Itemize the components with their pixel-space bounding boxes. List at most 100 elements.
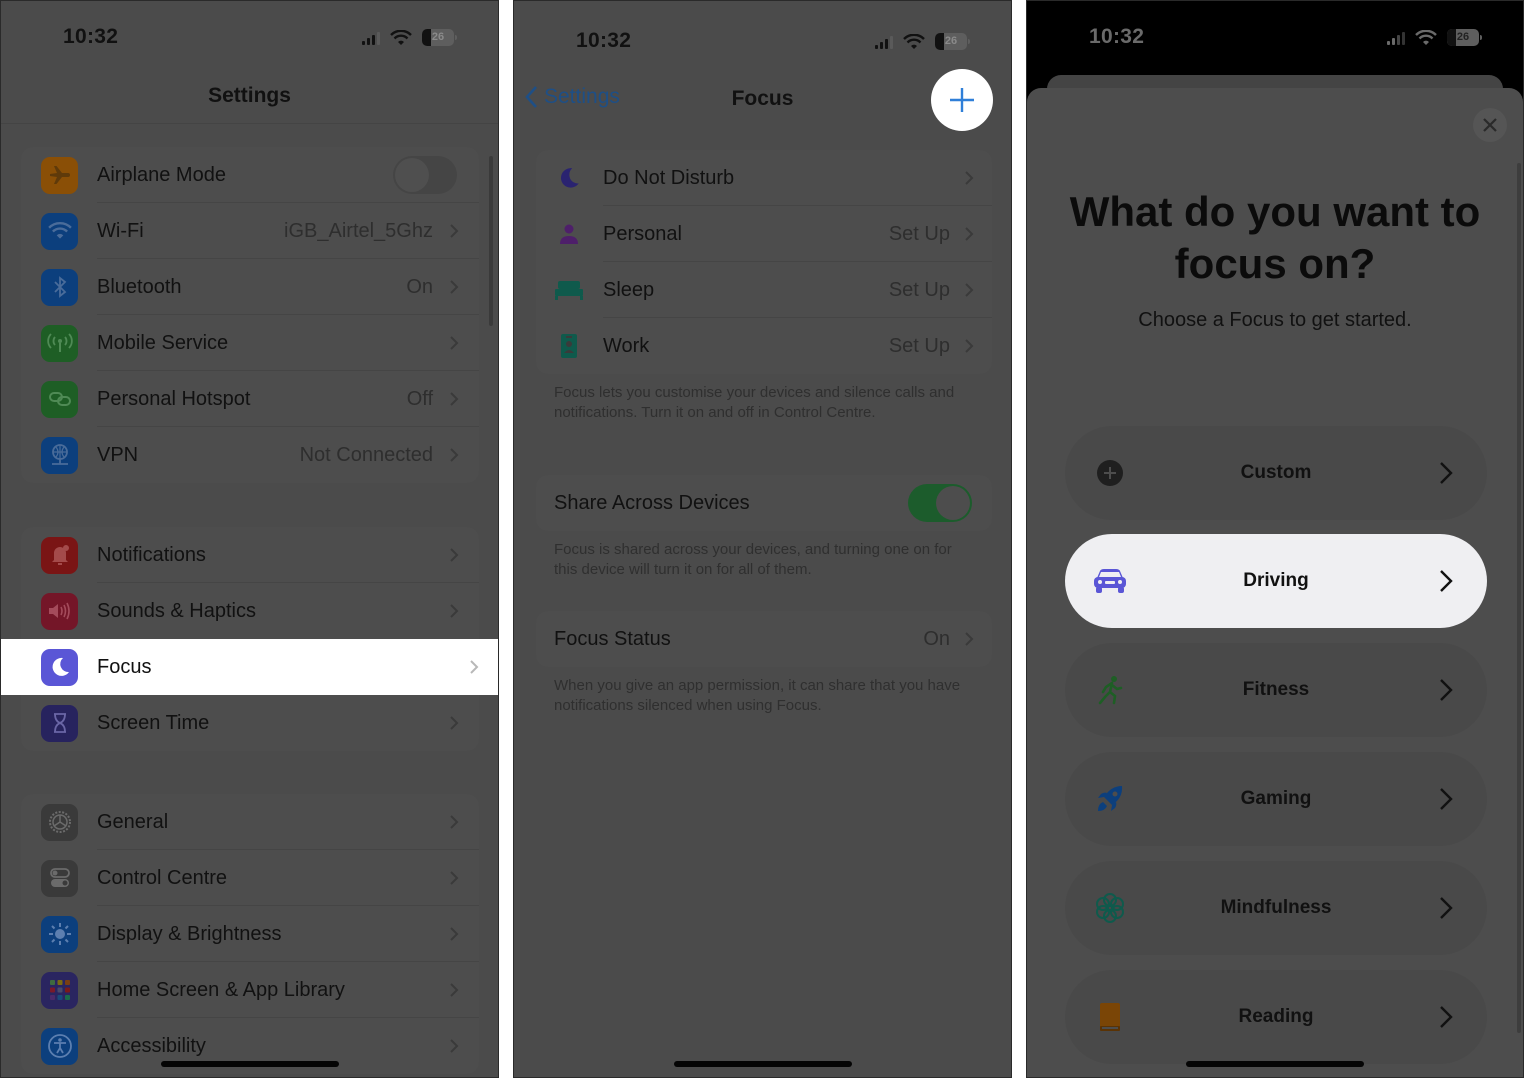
plus-icon <box>950 88 974 112</box>
settings-row-display-brightness[interactable]: Display & Brightness <box>21 906 479 962</box>
wifi-status-icon <box>390 29 412 45</box>
mode-setup-value: Set Up <box>888 278 950 301</box>
focus-screen: 10:32 26 Settings Focus Do Not Disturb P… <box>513 0 1012 1078</box>
add-focus-button[interactable] <box>931 69 993 131</box>
scrollbar[interactable] <box>1517 163 1521 1033</box>
focus-option-custom[interactable]: Custom <box>1065 426 1487 520</box>
page-title: Settings <box>208 84 291 107</box>
mode-setup-value: Set Up <box>888 222 950 245</box>
airplane-icon <box>41 156 78 194</box>
focus-status-value: On <box>923 627 950 650</box>
connectivity-group: Airplane Mode Wi-Fi iGB_Airtel_5Ghz Blue… <box>21 147 479 483</box>
settings-row-control-centre[interactable]: Control Centre <box>21 850 479 906</box>
moon-icon <box>554 163 584 193</box>
focus-status-footnote: When you give an app permission, it can … <box>554 677 961 714</box>
chevron-right-icon <box>470 660 479 674</box>
chevron-right-icon <box>450 336 459 350</box>
chevron-right-icon <box>450 392 459 406</box>
focus-mode-work[interactable]: Work Set Up <box>536 318 992 374</box>
person-icon <box>554 219 584 249</box>
antenna-icon <box>41 324 78 362</box>
settings-row-home-screen[interactable]: Home Screen & App Library <box>21 962 479 1018</box>
scrollbar[interactable] <box>489 156 493 326</box>
bluetooth-value: On <box>406 275 433 298</box>
focus-picker-sheet: What do you want to focus on? Choose a F… <box>1027 88 1523 1077</box>
chevron-right-icon <box>965 171 974 185</box>
settings-row-screen-time[interactable]: Screen Time <box>21 695 479 751</box>
home-indicator[interactable] <box>160 1061 339 1067</box>
home-indicator[interactable] <box>1186 1061 1364 1067</box>
moon-icon <box>41 648 78 686</box>
settings-row-vpn[interactable]: VPN Not Connected <box>21 427 479 483</box>
settings-row-general[interactable]: General <box>21 794 479 850</box>
settings-row-label: Airplane Mode <box>97 163 226 186</box>
focus-mode-do-not-disturb[interactable]: Do Not Disturb <box>536 150 992 206</box>
id-badge-icon <box>554 331 584 361</box>
notifications-group: Notifications Sounds & Haptics Focus Scr… <box>1 527 498 751</box>
settings-row-personal-hotspot[interactable]: Personal Hotspot Off <box>21 371 479 427</box>
focus-option-fitness[interactable]: Fitness <box>1065 643 1487 737</box>
settings-row-sounds-haptics[interactable]: Sounds & Haptics <box>21 583 479 639</box>
bell-icon <box>41 536 78 574</box>
chevron-right-icon <box>450 224 459 238</box>
sheet-subtitle: Choose a Focus to get started. <box>1138 309 1412 331</box>
chevron-right-icon <box>965 227 974 241</box>
mode-setup-value: Set Up <box>888 334 950 357</box>
globe-icon <box>41 436 78 474</box>
sun-icon <box>41 915 78 953</box>
focus-mode-personal[interactable]: Personal Set Up <box>536 206 992 262</box>
focus-mode-sleep[interactable]: Sleep Set Up <box>536 262 992 318</box>
battery-icon: 26 <box>1447 29 1482 46</box>
focus-option-driving[interactable]: Driving <box>1065 534 1487 628</box>
chevron-right-icon <box>450 716 459 730</box>
settings-row-bluetooth[interactable]: Bluetooth On <box>21 259 479 315</box>
switches-icon <box>41 859 78 897</box>
share-footnote: Focus is shared across your devices, and… <box>554 541 952 578</box>
hotspot-link-icon <box>41 380 78 418</box>
wifi-icon <box>41 212 78 250</box>
wifi-network-value: iGB_Airtel_5Ghz <box>284 219 433 242</box>
chevron-right-icon <box>450 280 459 294</box>
chevron-right-icon <box>450 983 459 997</box>
bed-icon <box>554 275 584 305</box>
close-button[interactable] <box>1473 108 1507 142</box>
cellular-signal-icon <box>875 35 893 49</box>
focus-status-row[interactable]: Focus Status On <box>536 611 992 667</box>
settings-row-mobile-service[interactable]: Mobile Service <box>21 315 479 371</box>
focus-modes-footnote: Focus lets you customise your devices an… <box>554 384 955 421</box>
hourglass-icon <box>41 704 78 742</box>
settings-screen: 10:32 26 Settings Airplane Mode Wi-Fi iG… <box>0 0 499 1078</box>
status-time: 10:32 <box>1089 25 1145 48</box>
hotspot-value: Off <box>406 387 433 410</box>
chevron-right-icon <box>450 871 459 885</box>
speaker-icon <box>41 592 78 630</box>
home-indicator[interactable] <box>673 1061 852 1067</box>
chevron-right-icon <box>450 815 459 829</box>
share-across-devices-toggle[interactable] <box>908 484 972 522</box>
settings-row-focus[interactable]: Focus <box>1 639 498 695</box>
wifi-status-icon <box>903 33 925 49</box>
settings-row-wifi[interactable]: Wi-Fi iGB_Airtel_5Ghz <box>21 203 479 259</box>
battery-icon: 26 <box>935 33 970 50</box>
status-time: 10:32 <box>63 25 119 48</box>
settings-row-notifications[interactable]: Notifications <box>21 527 479 583</box>
chevron-right-icon <box>450 548 459 562</box>
share-across-devices-row: Share Across Devices <box>536 475 992 531</box>
wifi-status-icon <box>1415 29 1437 45</box>
airplane-mode-toggle[interactable] <box>393 156 457 194</box>
focus-option-gaming[interactable]: Gaming <box>1065 752 1487 846</box>
focus-option-mindfulness[interactable]: Mindfulness <box>1065 861 1487 955</box>
chevron-right-icon <box>1440 897 1453 919</box>
chevron-right-icon <box>965 339 974 353</box>
chevron-right-icon <box>965 632 974 646</box>
chevron-right-icon <box>965 283 974 297</box>
chevron-right-icon <box>450 448 459 462</box>
focus-option-reading[interactable]: Reading <box>1065 970 1487 1064</box>
chevron-right-icon <box>1440 788 1453 810</box>
settings-row-airplane-mode[interactable]: Airplane Mode <box>21 147 479 203</box>
bluetooth-icon <box>41 268 78 306</box>
accessibility-icon <box>41 1027 78 1065</box>
gear-icon <box>41 803 78 841</box>
new-focus-screen: 10:32 26 What do you want to focus on? C… <box>1026 0 1524 1078</box>
chevron-right-icon <box>1440 462 1453 484</box>
